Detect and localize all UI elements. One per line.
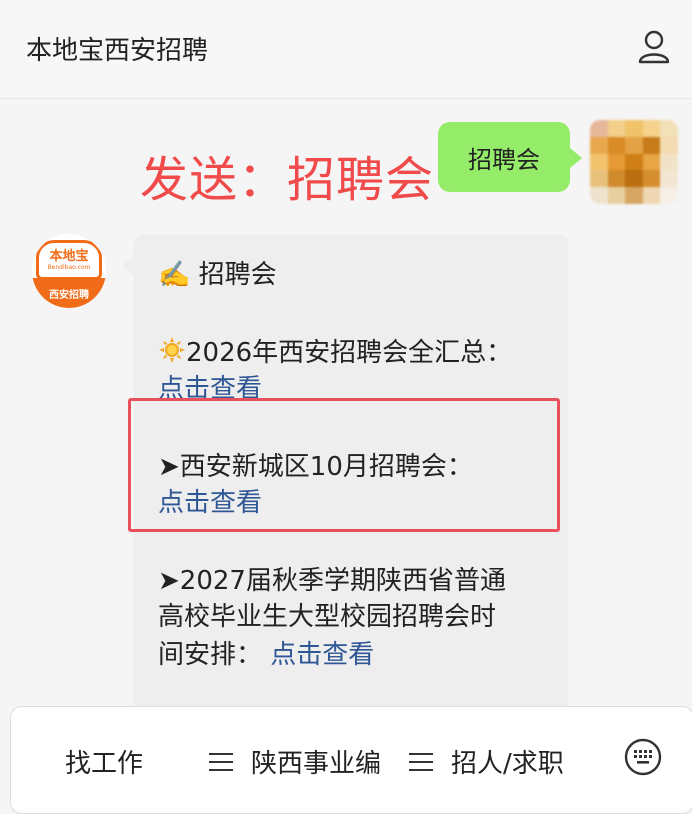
send-instruction-text: 发送：招聘会 bbox=[140, 152, 435, 208]
tab-shaanxi-public-jobs[interactable]: 陕西事业编 bbox=[209, 743, 381, 780]
menu-icon bbox=[409, 752, 433, 771]
tab-label: 招人/求职 bbox=[451, 749, 564, 779]
reply-heading: ✍️ 招聘会 bbox=[158, 254, 277, 291]
list-item: ➤2027届秋季学期陕西省普通 bbox=[158, 560, 506, 597]
list-item-text: 高校毕业生大型校园招聘会时 bbox=[158, 602, 497, 632]
writing-hand-icon: ✍️ bbox=[158, 260, 191, 290]
sun-icon bbox=[158, 336, 186, 371]
top-bar: 本地宝西安招聘 bbox=[0, 0, 692, 99]
brand-logo: 本地宝 Bendibao.com bbox=[36, 240, 102, 280]
list-item-text: 2027届秋季学期陕西省普通 bbox=[179, 566, 506, 596]
tab-hire-job-seek[interactable]: 招人/求职 bbox=[409, 743, 564, 780]
menu-icon bbox=[209, 752, 233, 771]
user-message-bubble: 招聘会 bbox=[438, 122, 582, 192]
list-item: 2026年西安招聘会全汇总： bbox=[158, 332, 512, 371]
tab-label: 陕西事业编 bbox=[251, 749, 382, 779]
tab-label: 找工作 bbox=[65, 749, 144, 779]
reply-heading-text: 招聘会 bbox=[198, 260, 277, 290]
list-item: 间安排： 点击查看 bbox=[158, 634, 374, 671]
keyboard-icon[interactable] bbox=[623, 737, 663, 777]
view-link[interactable]: 点击查看 bbox=[270, 640, 374, 670]
brand-caption: 西安招聘 bbox=[32, 278, 106, 308]
bottom-menu: 找工作 陕西事业编 招人/求职 bbox=[10, 706, 692, 814]
list-item-text: 2026年西安招聘会全汇总： bbox=[186, 338, 513, 368]
brand-url: Bendibao.com bbox=[47, 263, 91, 271]
arrow-icon: ➤ bbox=[158, 566, 180, 596]
brand-name: 本地宝 bbox=[49, 248, 89, 264]
highlight-box bbox=[128, 398, 560, 532]
page-title: 本地宝西安招聘 bbox=[26, 36, 209, 66]
user-avatar bbox=[590, 120, 678, 204]
user-icon[interactable] bbox=[632, 26, 676, 70]
bot-avatar: 本地宝 Bendibao.com 西安招聘 bbox=[32, 234, 106, 308]
list-item-text: 间安排： bbox=[158, 640, 263, 670]
tab-find-job[interactable]: 找工作 bbox=[65, 743, 143, 780]
